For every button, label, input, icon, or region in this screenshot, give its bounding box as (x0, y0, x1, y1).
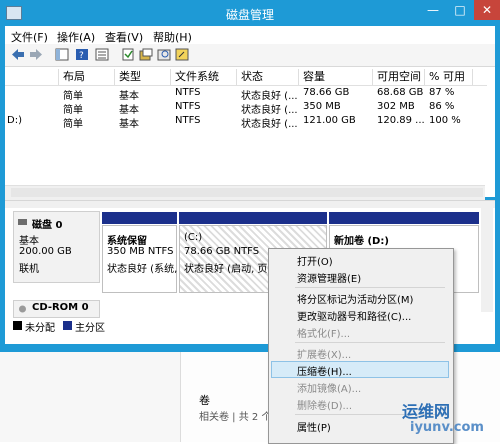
cell-status: 状态良好 (... (241, 119, 298, 130)
cell-layout: 简单 (63, 119, 83, 130)
menu-help[interactable]: 帮助(H) (153, 29, 192, 45)
volume-list: 布局 类型 文件系统 状态 容量 可用空间 % 可用 简单 基本 NTFS 状态… (5, 67, 495, 197)
column-header-filesystem[interactable]: 文件系统 (171, 69, 237, 85)
column-header-percent-free[interactable]: % 可用 (425, 69, 473, 85)
context-menu-item-format[interactable]: 格式化(F)... (297, 325, 350, 340)
cdrom-info[interactable]: CD-ROM 0 (13, 300, 100, 318)
watermark-url: iyunv.com (410, 420, 484, 435)
context-menu-item-explorer[interactable]: 资源管理器(E) (297, 270, 361, 285)
partition-size: 350 MB NTFS (107, 246, 174, 257)
cell-status: 状态良好 (... (241, 105, 298, 116)
disk0-type: 基本 (19, 236, 39, 247)
console-icon[interactable] (55, 48, 69, 61)
cell-type: 基本 (119, 105, 139, 116)
legend-primary-label: 主分区 (75, 323, 105, 334)
context-menu-item-extend-volume[interactable]: 扩展卷(X)... (297, 346, 351, 361)
lower-subtitle: 相关卷 | 共 2 个 (199, 412, 272, 423)
column-header-status[interactable]: 状态 (237, 69, 299, 85)
cdrom-icon (19, 305, 26, 313)
cell-layout: 简单 (63, 91, 83, 102)
cell-type: 基本 (119, 119, 139, 130)
properties-icon[interactable] (139, 48, 153, 61)
partition-title: 新加卷 (D:) (334, 236, 389, 247)
column-header-type[interactable]: 类型 (115, 69, 171, 85)
refresh-icon[interactable] (175, 48, 189, 61)
disk0-state: 联机 (19, 264, 39, 275)
close-button[interactable]: ✕ (474, 0, 500, 20)
cell-layout: 简单 (63, 105, 83, 116)
maximize-button[interactable]: □ (447, 0, 473, 20)
partition-size: 78.66 GB NTFS (184, 246, 260, 257)
cell-filesystem: NTFS (175, 101, 201, 112)
cell-type: 基本 (119, 91, 139, 102)
cell-filesystem: NTFS (175, 115, 201, 126)
volume-list-scrollbar[interactable] (5, 185, 485, 200)
cell-percent-free: 87 % (429, 87, 455, 98)
menu-bar: 文件(F) 操作(A) 查看(V) 帮助(H) (5, 26, 495, 44)
legend: 未分配 主分区 (13, 319, 213, 334)
disk0-name: 磁盘 0 (32, 220, 63, 231)
partition-bar (329, 212, 479, 224)
search-icon[interactable] (157, 48, 171, 61)
cell-free-space: 302 MB (377, 101, 415, 112)
scrollbar-thumb[interactable] (11, 188, 483, 197)
disk-graph-scrollbar[interactable] (481, 208, 493, 312)
menu-action[interactable]: 操作(A) (57, 29, 95, 45)
legend-unallocated-label: 未分配 (25, 323, 55, 334)
column-header-capacity[interactable]: 容量 (299, 69, 373, 85)
svg-text:?: ? (79, 51, 84, 61)
menu-file[interactable]: 文件(F) (11, 29, 48, 45)
column-header-free-space[interactable]: 可用空间 (373, 69, 425, 85)
legend-primary-swatch (63, 321, 72, 330)
menu-view[interactable]: 查看(V) (105, 29, 143, 45)
partition-title: 系统保留 (107, 236, 147, 247)
legend-unallocated-swatch (13, 321, 22, 330)
context-menu-item-shrink-volume[interactable]: 压缩卷(H)... (297, 363, 352, 378)
context-menu-item-change-drive-letter[interactable]: 更改驱动器号和路径(C)... (297, 308, 411, 323)
disk0-info[interactable]: 磁盘 0 基本 200.00 GB 联机 (13, 211, 100, 283)
partition-status: 状态良好 (系统, (107, 264, 177, 275)
cell-free-space: 120.89 ... (377, 115, 425, 126)
partition-title: (C:) (184, 232, 203, 243)
cell-percent-free: 86 % (429, 101, 455, 112)
title-bar: 磁盘管理 — □ ✕ (0, 0, 500, 26)
column-header-volume[interactable] (5, 69, 59, 85)
context-menu-separator (295, 342, 445, 343)
header-divider (5, 85, 487, 86)
toolbar: ? (5, 44, 495, 67)
lower-title: 卷 (199, 394, 210, 407)
settings-icon[interactable] (121, 48, 135, 61)
back-arrow-icon[interactable] (11, 48, 25, 61)
list-icon[interactable] (95, 48, 109, 61)
cell-status: 状态良好 (... (241, 91, 298, 102)
forward-arrow-icon[interactable] (29, 48, 43, 61)
partition-bar (179, 212, 327, 224)
context-menu-item-delete-volume[interactable]: 删除卷(D)... (297, 397, 352, 412)
help-icon[interactable]: ? (75, 48, 89, 61)
cell-filesystem: NTFS (175, 87, 201, 98)
watermark-brand: 运维网 (402, 402, 451, 421)
column-header-layout[interactable]: 布局 (59, 69, 115, 85)
context-menu-item-mark-active[interactable]: 将分区标记为活动分区(M) (297, 291, 413, 306)
cell-free-space: 68.68 GB (377, 87, 424, 98)
partition-bar (102, 212, 177, 224)
context-menu-item-properties[interactable]: 属性(P) (297, 419, 331, 434)
cell-capacity: 350 MB (303, 101, 341, 112)
context-menu-item-add-mirror[interactable]: 添加镜像(A)... (297, 380, 361, 395)
disk-icon (18, 219, 27, 225)
cdrom-name: CD-ROM 0 (32, 302, 89, 313)
cell-capacity: 78.66 GB (303, 87, 350, 98)
minimize-button[interactable]: — (420, 0, 446, 20)
partition-system-reserved[interactable]: 系统保留 350 MB NTFS 状态良好 (系统, (102, 225, 177, 293)
cell-capacity: 121.00 GB (303, 115, 356, 126)
disk0-size: 200.00 GB (19, 246, 72, 257)
context-menu-separator (295, 287, 445, 288)
cell-name: D:) (7, 115, 22, 126)
cell-percent-free: 100 % (429, 115, 461, 126)
context-menu-item-open[interactable]: 打开(O) (297, 253, 333, 268)
